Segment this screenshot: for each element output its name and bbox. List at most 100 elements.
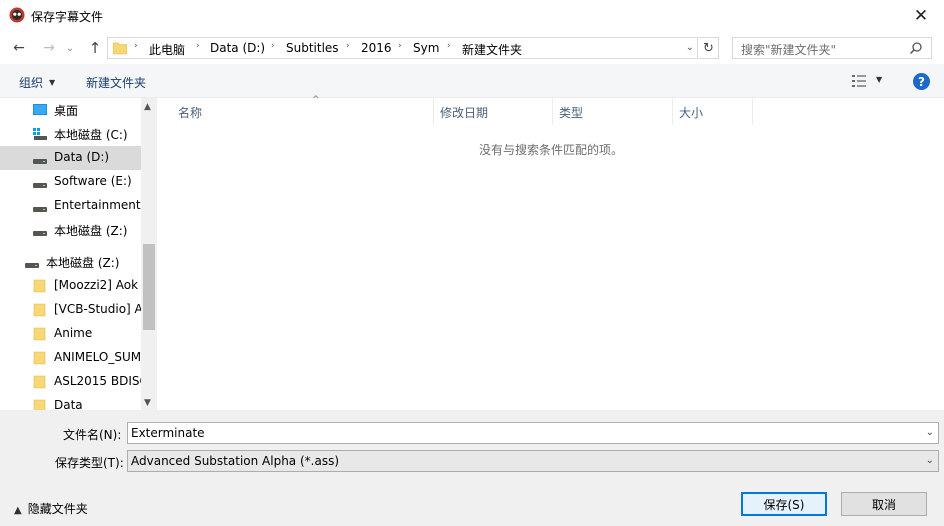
column-header-name[interactable]: 名称 ^ — [172, 95, 434, 125]
view-dropdown-icon[interactable]: ▼ — [876, 75, 882, 84]
help-button[interactable]: ? — [913, 73, 930, 90]
column-label: 修改日期 — [440, 106, 489, 120]
sidebar-item-drive-c[interactable]: 本地磁盘 (C:) — [0, 122, 141, 146]
sidebar-item-label: 本地磁盘 (C:) — [54, 128, 128, 142]
sidebar-item-label: Data (D:) — [54, 150, 110, 164]
column-label: 大小 — [679, 106, 704, 120]
folder-icon — [33, 399, 46, 410]
folder-icon — [113, 42, 127, 55]
save-button[interactable]: 保存(S) — [741, 492, 827, 516]
sidebar-item-folder-anime[interactable]: Anime — [0, 322, 141, 346]
breadcrumb-separator[interactable]: › — [346, 41, 350, 51]
sidebar-item-folder-moozzi2[interactable]: [Moozzi2] Aok — [0, 274, 141, 298]
arrow-up-icon: ↑ — [88, 39, 102, 57]
filetype-select[interactable]: Advanced Substation Alpha (*.ass) ⌄ — [127, 450, 939, 472]
sidebar-item-drive-e[interactable]: Software (E:) — [0, 170, 141, 194]
scroll-up-icon[interactable]: ▲ — [144, 102, 151, 112]
hide-folders-button[interactable]: ▲ 隐藏文件夹 — [14, 500, 88, 517]
chevron-down-icon: ⌄ — [65, 42, 75, 54]
arrow-left-icon: ← — [13, 40, 25, 56]
navigation-pane-scrollbar[interactable]: ▲ ▼ — [141, 98, 157, 410]
sidebar-item-desktop[interactable]: 桌面 — [0, 98, 141, 122]
title-bar: 保存字幕文件 ✕ — [0, 0, 944, 32]
folder-icon — [33, 279, 46, 293]
hide-folders-label: 隐藏文件夹 — [27, 502, 88, 516]
folder-icon — [33, 351, 46, 365]
filename-field[interactable]: Exterminate ⌄ — [127, 422, 939, 444]
sidebar-item-label: Data — [54, 398, 83, 410]
sidebar-item-label: ANIMELO_SUM — [54, 350, 141, 364]
breadcrumb-separator[interactable]: › — [134, 41, 138, 51]
chevron-down-icon[interactable]: ⌄ — [926, 427, 934, 438]
breadcrumb-separator[interactable]: › — [447, 41, 451, 51]
folder-icon — [33, 327, 46, 341]
chevron-down-icon[interactable]: ⌄ — [686, 42, 694, 53]
cancel-button[interactable]: 取消 — [841, 492, 927, 516]
sidebar-item-drive-entertainment[interactable]: Entertainment ( — [0, 194, 141, 218]
recent-locations-button[interactable]: ⌄ — [62, 36, 78, 60]
column-header-type[interactable]: 类型 — [553, 98, 673, 125]
breadcrumb-separator[interactable]: › — [271, 41, 275, 51]
empty-folder-message: 没有与搜索条件匹配的项。 — [478, 143, 623, 157]
filename-value: Exterminate — [131, 426, 205, 440]
command-bar: 组织 ▼ 新建文件夹 ▼ ? — [0, 64, 944, 98]
system-drive-icon — [33, 128, 47, 140]
arrow-right-icon: → — [43, 40, 55, 56]
breadcrumb-this-pc[interactable]: 此电脑 — [149, 41, 185, 58]
file-list: 名称 ^ 修改日期 类型 大小 没有与搜索条件匹配的项。 — [158, 95, 944, 410]
folder-icon — [33, 375, 46, 389]
breadcrumb-data-drive[interactable]: Data (D:) — [210, 41, 265, 55]
column-header-modified[interactable]: 修改日期 — [434, 98, 553, 125]
new-folder-button[interactable]: 新建文件夹 — [86, 74, 146, 91]
refresh-icon: ↻ — [703, 40, 714, 56]
sidebar-item-drive-z[interactable]: 本地磁盘 (Z:) — [0, 218, 141, 242]
save-form: 文件名(N): Exterminate ⌄ 保存类型(T): Advanced … — [0, 410, 944, 526]
caret-down-icon: ▼ — [49, 78, 56, 87]
view-options-icon[interactable] — [851, 73, 867, 89]
sidebar-item-folder-asl2015[interactable]: ASL2015 BDISC — [0, 370, 141, 394]
organize-label: 组织 — [19, 76, 44, 90]
breadcrumb-separator[interactable]: › — [196, 41, 200, 51]
search-input[interactable]: 搜索"新建文件夹" — [732, 37, 932, 59]
sidebar-item-label: Anime — [54, 326, 93, 340]
sidebar-item-label: [VCB-Studio] A — [54, 302, 141, 316]
column-label: 类型 — [559, 106, 584, 120]
search-placeholder: 搜索"新建文件夹" — [741, 43, 837, 57]
close-button[interactable]: ✕ — [898, 0, 944, 32]
sidebar-item-drive-d[interactable]: Data (D:) — [0, 146, 141, 170]
column-label: 名称 — [178, 106, 203, 120]
sidebar-item-label: Software (E:) — [54, 174, 132, 188]
organize-button[interactable]: 组织 ▼ — [19, 74, 55, 91]
sidebar-item-folder-data[interactable]: Data — [0, 394, 141, 410]
breadcrumb-subtitles[interactable]: Subtitles — [286, 41, 339, 55]
app-logo-icon — [9, 7, 25, 23]
drive-icon — [33, 183, 47, 188]
sidebar-item-folder-vcb-studio[interactable]: [VCB-Studio] A — [0, 298, 141, 322]
breadcrumb-new-folder[interactable]: 新建文件夹 — [462, 41, 522, 58]
sidebar-item-label: 本地磁盘 (Z:) — [54, 224, 128, 238]
sidebar-item-label: ASL2015 BDISC — [54, 374, 141, 388]
up-button[interactable]: ↑ — [84, 36, 106, 60]
sidebar-item-label: 桌面 — [54, 104, 79, 118]
back-button[interactable]: ← — [8, 36, 30, 60]
drive-icon — [25, 263, 39, 268]
forward-button[interactable]: → — [38, 36, 60, 60]
column-header-size[interactable]: 大小 — [673, 98, 753, 125]
address-bar[interactable]: › 此电脑 › Data (D:) › Subtitles › 2016 › S… — [107, 37, 698, 59]
filename-label: 文件名(N): — [63, 428, 122, 442]
sidebar-item-folder-animelo[interactable]: ANIMELO_SUM — [0, 346, 141, 370]
chevron-down-icon: ⌄ — [925, 455, 934, 466]
sort-ascending-icon: ^ — [312, 95, 320, 105]
breadcrumb-2016[interactable]: 2016 — [361, 41, 392, 55]
chevron-up-icon: ▲ — [14, 505, 22, 516]
scroll-down-icon[interactable]: ▼ — [144, 398, 151, 408]
breadcrumb-separator[interactable]: › — [398, 41, 402, 51]
sidebar-item-drive-z-root[interactable]: 本地磁盘 (Z:) — [0, 250, 141, 274]
breadcrumb-sym[interactable]: Sym — [413, 41, 439, 55]
filetype-label: 保存类型(T): — [55, 456, 124, 470]
refresh-button[interactable]: ↻ — [699, 37, 719, 59]
scrollbar-thumb[interactable] — [143, 244, 155, 330]
drive-icon — [33, 207, 47, 212]
drive-icon — [33, 159, 47, 164]
sidebar-item-label: Entertainment ( — [54, 198, 141, 212]
